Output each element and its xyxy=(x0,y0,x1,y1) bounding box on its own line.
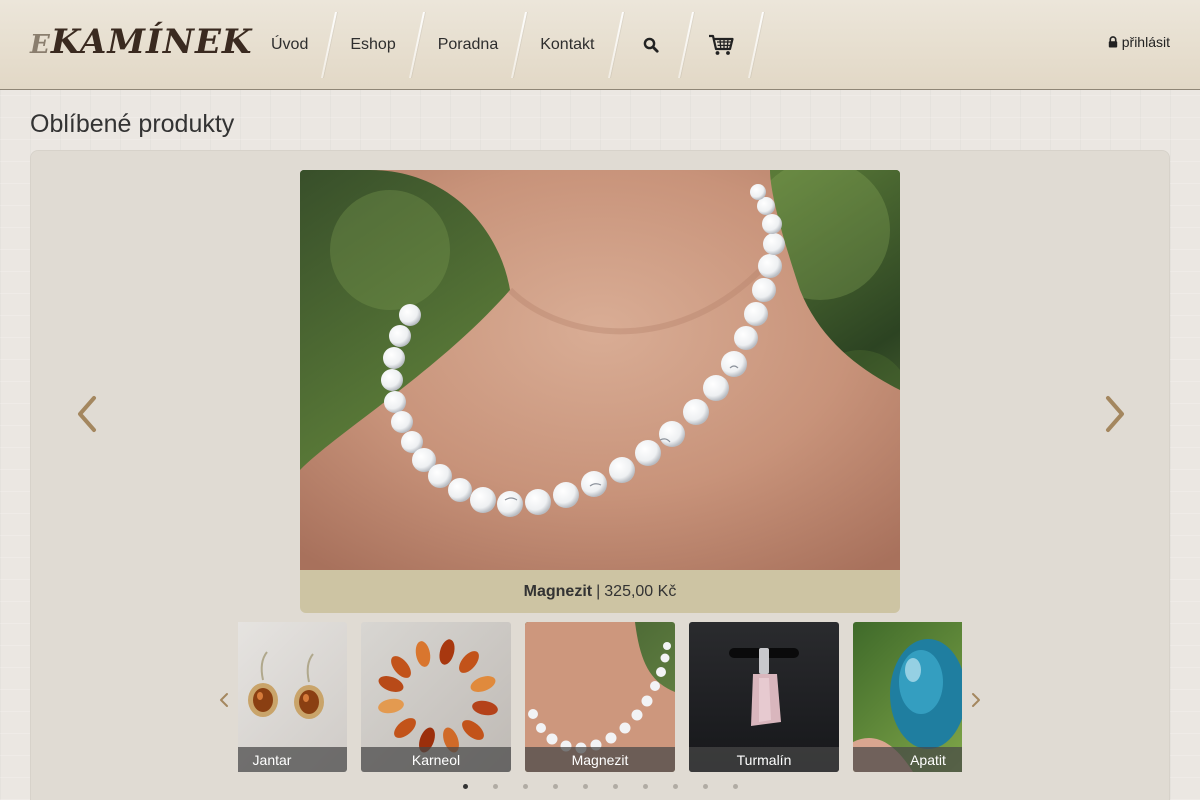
nav-divider xyxy=(610,12,622,78)
nav-item-uvod[interactable]: Úvod xyxy=(256,12,323,78)
pagination-dot[interactable] xyxy=(518,782,548,792)
slider-prev-button[interactable] xyxy=(72,392,102,436)
thumbnail-apatit[interactable]: Apatit xyxy=(853,622,962,772)
cart-button[interactable] xyxy=(692,12,750,78)
nav-divider xyxy=(323,12,335,78)
pagination-dot[interactable] xyxy=(698,782,728,792)
nav-divider xyxy=(411,12,423,78)
pagination-dot[interactable] xyxy=(728,782,758,792)
page-title: Oblíbené produkty xyxy=(30,110,235,138)
thumbs-next-button[interactable] xyxy=(969,690,983,710)
chevron-right-icon xyxy=(1106,396,1124,432)
product-name: Magnezit xyxy=(523,582,593,600)
product-caption[interactable]: Magnezit | 325,00 Kč xyxy=(300,570,900,613)
pagination-dot[interactable] xyxy=(488,782,518,792)
slider-next-button[interactable] xyxy=(1100,392,1130,436)
thumbnail-label: Karneol xyxy=(361,747,511,772)
main-nav: Úvod Eshop Poradna Kontakt xyxy=(256,12,762,78)
search-icon xyxy=(643,37,659,53)
thumbnail-label: Turmalín xyxy=(689,747,839,772)
thumbnail-karneol[interactable]: Karneol xyxy=(361,622,511,772)
thumbnail-label: Jantar xyxy=(238,747,347,772)
thumbnail-jantar[interactable]: Jantar xyxy=(238,622,347,772)
caption-separator: | xyxy=(596,582,601,600)
nav-divider xyxy=(680,12,692,78)
lock-icon xyxy=(1108,36,1117,48)
pagination-dot[interactable] xyxy=(548,782,578,792)
cart-icon xyxy=(708,34,734,55)
search-button[interactable] xyxy=(622,12,680,78)
nav-item-eshop[interactable]: Eshop xyxy=(335,12,410,78)
pagination-dot[interactable] xyxy=(608,782,638,792)
thumbnail-label: Apatit xyxy=(853,747,962,772)
pagination-dot[interactable] xyxy=(578,782,608,792)
login-link[interactable]: přihlásit xyxy=(1108,34,1170,50)
logo-text: KAMÍNEK xyxy=(50,22,253,62)
thumbnail-turmalin[interactable]: Turmalín xyxy=(689,622,839,772)
pagination-dot[interactable] xyxy=(638,782,668,792)
nav-divider xyxy=(750,12,762,78)
necklace-photo xyxy=(300,170,900,570)
pagination-dot[interactable] xyxy=(668,782,698,792)
nav-divider xyxy=(513,12,525,78)
login-label: přihlásit xyxy=(1121,34,1170,50)
chevron-left-icon xyxy=(78,396,96,432)
nav-item-kontakt[interactable]: Kontakt xyxy=(525,12,609,78)
nav-item-poradna[interactable]: Poradna xyxy=(423,12,514,78)
main-product-image[interactable] xyxy=(300,170,900,570)
thumbs-prev-button[interactable] xyxy=(217,690,231,710)
thumbnail-magnezit[interactable]: Magnezit xyxy=(525,622,675,772)
chevron-left-icon xyxy=(220,693,228,707)
thumbnail-strip: Jantar Karneol Magnezit Turmalín Apatit xyxy=(238,622,962,772)
site-logo[interactable]: E KAMÍNEK xyxy=(30,22,252,66)
pagination-dot[interactable] xyxy=(458,782,488,792)
product-price: 325,00 Kč xyxy=(604,582,677,600)
slider-pagination xyxy=(458,782,758,792)
thumbnail-label: Magnezit xyxy=(525,747,675,772)
chevron-right-icon xyxy=(972,693,980,707)
site-header: E KAMÍNEK Úvod Eshop Poradna Kontakt při… xyxy=(0,0,1200,90)
logo-prefix: E xyxy=(30,30,51,60)
